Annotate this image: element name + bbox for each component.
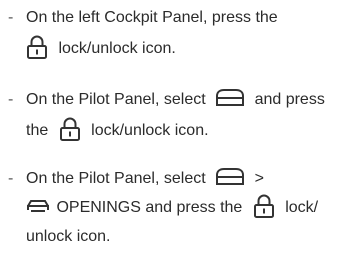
instruction-text: lock/unlock icon. xyxy=(58,40,176,57)
instruction-line: On the Pilot Panel, select and press xyxy=(26,85,325,115)
instruction-line: the lock/unlock icon. xyxy=(26,116,209,146)
instruction-line: OPENINGS and press the lock/ xyxy=(26,193,318,223)
lock-icon xyxy=(59,117,81,141)
lock-icon xyxy=(26,35,48,59)
bullet: - xyxy=(8,9,14,26)
car-roof-icon xyxy=(215,88,245,108)
instruction-text: OPENINGS and press the xyxy=(56,199,243,216)
bullet: - xyxy=(8,91,14,108)
lock-icon xyxy=(253,194,275,218)
instruction-text: and press xyxy=(254,91,325,108)
instruction-line: lock/unlock icon. xyxy=(26,34,176,64)
instruction-text: On the left Cockpit Panel, press the xyxy=(26,9,278,26)
instruction-line: On the Pilot Panel, select > xyxy=(26,164,264,194)
car-openings-icon xyxy=(26,198,50,214)
instruction-text: On the Pilot Panel, select xyxy=(26,91,206,108)
instruction-text: the xyxy=(26,122,49,139)
instruction-text: > xyxy=(254,170,264,187)
instruction-text: lock/ xyxy=(285,199,319,216)
instruction-line: On the left Cockpit Panel, press the xyxy=(26,3,278,33)
bullet: - xyxy=(8,170,14,187)
instruction-line: unlock icon. xyxy=(26,222,111,252)
instruction-text: unlock icon. xyxy=(26,228,111,245)
instruction-text: On the Pilot Panel, select xyxy=(26,170,206,187)
car-roof-icon xyxy=(215,167,245,187)
instruction-text: lock/unlock icon. xyxy=(91,122,209,139)
